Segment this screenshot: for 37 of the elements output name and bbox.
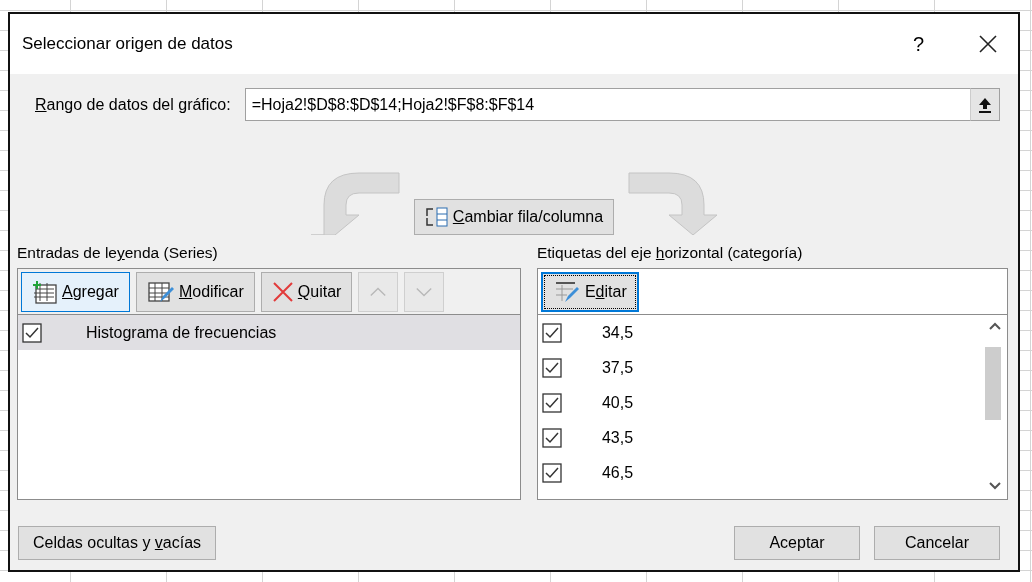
series-row[interactable]: Histograma de frecuencias	[18, 315, 520, 351]
chevron-up-icon	[369, 285, 388, 298]
switch-row-column-button[interactable]: Cambiar fila/columna	[413, 199, 615, 235]
hidden-cells-button[interactable]: Celdas ocultas y vacías	[18, 526, 217, 560]
section-label: Entradas de leyenda (Series)	[17, 243, 219, 263]
close-icon	[271, 280, 294, 303]
switch-icon	[424, 206, 449, 228]
category-label: 34,5	[601, 322, 634, 343]
category-label: 46,5	[601, 462, 634, 483]
add-button[interactable]: Agregar	[21, 271, 130, 312]
chevron-down-icon	[415, 285, 434, 298]
checkbox[interactable]	[541, 322, 562, 343]
checkbox[interactable]	[541, 462, 562, 483]
cancel-button[interactable]: Cancelar	[874, 526, 1000, 560]
category-label: 37,5	[601, 357, 634, 378]
series-name: Histograma de frecuencias	[86, 322, 277, 343]
ok-button[interactable]: Aceptar	[734, 526, 860, 560]
collapse-button[interactable]	[970, 88, 1000, 121]
category-label: 43,5	[601, 427, 634, 448]
edit-button[interactable]: Editar	[540, 271, 639, 312]
help-button[interactable]: ?	[912, 29, 924, 59]
category-label: 40,5	[601, 392, 634, 413]
dialog-title: Seleccionar origen de datos	[22, 33, 234, 56]
upload-icon	[978, 96, 992, 113]
checkbox[interactable]	[541, 427, 562, 448]
checkbox[interactable]	[541, 357, 562, 378]
scrollbar-thumb[interactable]	[985, 347, 1001, 421]
close-icon[interactable]	[978, 34, 998, 54]
checkbox[interactable]	[22, 322, 42, 343]
checkbox[interactable]	[541, 392, 562, 413]
add-table-icon	[32, 279, 58, 304]
range-field[interactable]: =Hoja2!$D$8:$D$14;Hoja2!$F$8:$F$14	[244, 88, 970, 121]
edit-table-icon	[146, 279, 175, 304]
field-label: Rango de datos del gráfico:	[35, 94, 231, 115]
section-label: Etiquetas del eje horizontal (categoría)	[536, 243, 804, 263]
remove-button[interactable]: Quitar	[260, 271, 353, 312]
edit-button[interactable]: Modificar	[135, 271, 255, 312]
